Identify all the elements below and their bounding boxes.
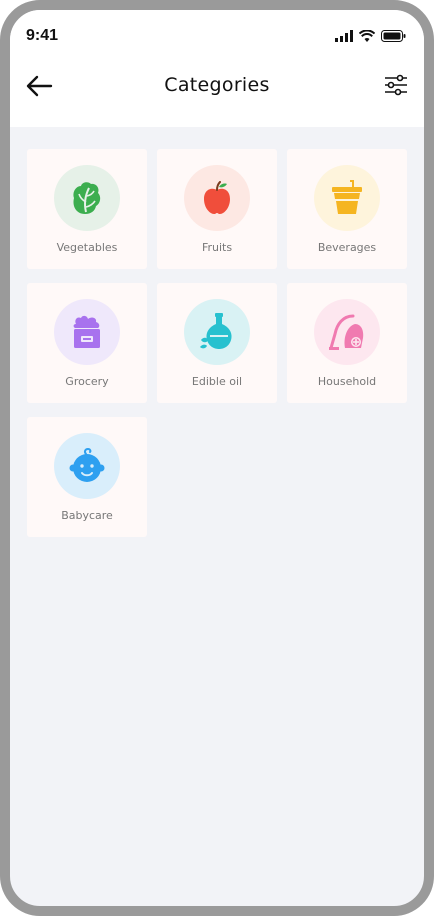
apple-icon — [204, 181, 230, 214]
filter-sliders-icon[interactable] — [384, 73, 408, 97]
category-card-beverages[interactable]: Beverages — [287, 149, 407, 269]
category-card-grocery[interactable]: Grocery — [27, 283, 147, 403]
page-title: Categories — [164, 74, 270, 96]
category-icon-circle — [184, 165, 250, 231]
cup-icon — [332, 180, 362, 214]
phone-frame: 9:41 Categories Vegetables Fruits Bevera… — [0, 0, 434, 916]
battery-icon — [381, 30, 406, 42]
lettuce-icon — [73, 182, 101, 214]
category-icon-circle — [54, 165, 120, 231]
category-card-vegetables[interactable]: Vegetables — [27, 149, 147, 269]
category-icon-circle — [314, 299, 380, 365]
category-label: Beverages — [317, 241, 377, 254]
category-label: Vegetables — [56, 241, 118, 254]
category-card-babycare[interactable]: Babycare — [27, 417, 147, 537]
vacuum-cleaner-icon — [329, 314, 364, 350]
category-card-household[interactable]: Household — [287, 283, 407, 403]
category-label: Edible oil — [191, 375, 243, 388]
category-label: Babycare — [61, 509, 113, 522]
category-label: Fruits — [201, 241, 233, 254]
category-label: Household — [317, 375, 377, 388]
category-label: Grocery — [65, 375, 109, 388]
category-icon-circle — [54, 299, 120, 365]
status-icons — [335, 30, 406, 42]
category-card-edible-oil[interactable]: Edible oil — [157, 283, 277, 403]
category-card-fruits[interactable]: Fruits — [157, 149, 277, 269]
category-icon-circle — [184, 299, 250, 365]
baby-face-icon — [69, 448, 105, 482]
grocery-bag-icon — [73, 315, 100, 348]
oil-bottle-icon — [200, 313, 232, 349]
cellular-signal-icon — [335, 30, 353, 42]
app-header: 9:41 Categories — [10, 10, 424, 127]
category-icon-circle — [314, 165, 380, 231]
status-time: 9:41 — [26, 27, 59, 44]
category-icon-circle — [54, 433, 120, 499]
wifi-icon — [359, 30, 375, 42]
